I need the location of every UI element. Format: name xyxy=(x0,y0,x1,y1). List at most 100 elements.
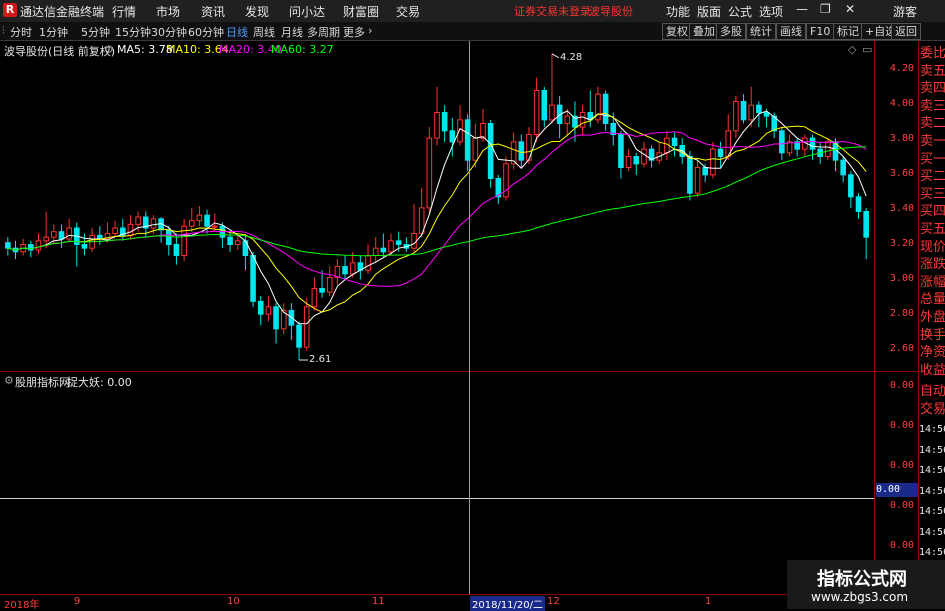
multi-stock-button[interactable]: 多股 xyxy=(716,23,746,40)
x-label-9: 9 xyxy=(74,596,81,607)
stats-button[interactable]: 统计 xyxy=(746,23,776,40)
tick-time: 14:56 xyxy=(919,424,945,435)
mark-button[interactable]: 标记 xyxy=(833,23,863,40)
price-tick-label: 2.80 xyxy=(889,308,914,319)
x-label-1: 1 xyxy=(705,596,712,607)
menu-trade[interactable]: 交易 xyxy=(396,3,420,20)
menu-discover[interactable]: 发现 xyxy=(245,3,269,20)
app-logo-icon: R xyxy=(3,3,17,17)
restore-button[interactable]: ❐ xyxy=(820,2,831,16)
tick-time: 14:56 xyxy=(919,444,945,456)
period-tab-more[interactable]: 更多 xyxy=(343,24,365,40)
price-tick-label: 4.20 xyxy=(889,63,914,74)
candle xyxy=(457,105,463,146)
f10-button[interactable]: F10 xyxy=(806,23,835,40)
candle xyxy=(840,156,846,183)
x-label-10: 10 xyxy=(227,596,240,607)
candle xyxy=(196,206,203,227)
candle xyxy=(319,270,325,298)
candle xyxy=(158,217,164,243)
period-tab-30min[interactable]: 30分钟 xyxy=(151,24,187,40)
period-tab-multi[interactable]: 多周期 xyxy=(307,24,340,40)
candle xyxy=(717,141,724,168)
quote-field-label: 卖二 xyxy=(920,116,945,132)
quote-field-label: 总量 xyxy=(920,292,945,308)
overlay-button[interactable]: 叠加 xyxy=(689,23,719,40)
watermark-url: www.zbgs3.com xyxy=(811,590,909,604)
quote-field-label: 买二 xyxy=(920,169,945,185)
auto-trade-label[interactable]: 交易 xyxy=(920,401,945,419)
menu-wealth[interactable]: 财富圈 xyxy=(343,3,379,20)
minimize-button[interactable]: — xyxy=(796,2,808,16)
menu-formula[interactable]: 公式 xyxy=(728,3,752,20)
menu-market[interactable]: 市场 xyxy=(156,3,180,20)
auto-trade-label[interactable]: 自动 xyxy=(920,383,945,401)
candle xyxy=(265,295,272,322)
menu-quotes[interactable]: 行情 xyxy=(112,3,136,20)
candle xyxy=(188,207,195,232)
candle xyxy=(740,94,747,124)
candle xyxy=(434,86,440,146)
candlestick-chart[interactable]: 波导股份(日线 前复权) ⚙ MA5: 3.78 MA10: 3.64 MA20… xyxy=(0,41,874,371)
indicator-pane[interactable]: ⚙ 股朋指标网 捉大妖: 0.00 xyxy=(0,372,874,594)
period-tab-5min[interactable]: 5分钟 xyxy=(81,24,110,40)
period-tab-monthly[interactable]: 月线 xyxy=(281,24,303,40)
candle xyxy=(112,220,118,238)
quote-field-label: 净资 xyxy=(920,345,945,361)
candle xyxy=(334,259,341,285)
indicator-value: 捉大妖: 0.00 xyxy=(67,376,132,389)
quote-field-label: 收益 xyxy=(920,362,945,378)
login-status[interactable]: 证券交易未登录 xyxy=(514,3,591,19)
candle xyxy=(503,156,509,201)
more-chevron-icon[interactable]: › xyxy=(368,24,372,37)
high-price-label: 4.28 xyxy=(559,51,583,63)
candle xyxy=(809,134,816,161)
period-tab-60min[interactable]: 60分钟 xyxy=(188,24,224,40)
candle xyxy=(257,295,264,326)
period-tab-daily[interactable]: 日线 xyxy=(226,24,248,40)
indicator-tick-label: 0.00 xyxy=(889,460,914,471)
period-tab-timeshare[interactable]: 分时 xyxy=(10,24,32,40)
indicator-current-value: 0.00 xyxy=(876,483,918,497)
candle xyxy=(5,237,11,256)
candle xyxy=(372,237,379,263)
quote-field-label: 卖五 xyxy=(920,63,945,79)
candle xyxy=(863,207,869,260)
user-label[interactable]: 游客 xyxy=(893,3,917,20)
quote-field-label: 换手 xyxy=(920,327,945,343)
candle xyxy=(848,171,854,208)
candle xyxy=(625,149,632,172)
candle xyxy=(342,255,348,280)
candle xyxy=(671,132,678,157)
toolbar-handle-icon: ⫶ xyxy=(2,24,5,37)
back-button[interactable]: 返回 xyxy=(891,23,921,40)
menu-options[interactable]: 选项 xyxy=(759,3,783,20)
price-tick-label: 2.60 xyxy=(889,343,914,354)
price-axis: 4.20 4.00 3.80 3.60 3.40 3.20 3.00 2.80 2.60 xyxy=(874,41,918,371)
close-icon[interactable]: ✕ xyxy=(845,2,855,16)
candle xyxy=(541,86,548,128)
adjust-button[interactable]: 复权 xyxy=(662,23,692,40)
candle xyxy=(357,255,364,280)
menu-news[interactable]: 资讯 xyxy=(201,3,225,20)
menu-layout[interactable]: 版面 xyxy=(697,3,721,20)
candle xyxy=(495,174,502,205)
draw-button[interactable]: 画线 xyxy=(776,23,806,40)
x-label-12: 12 xyxy=(547,596,560,607)
period-toolbar: ⫶ 分时 1分钟 5分钟 15分钟 30分钟 60分钟 日线 周线 月线 多周期… xyxy=(0,22,945,41)
menu-function[interactable]: 功能 xyxy=(666,3,690,20)
candle xyxy=(825,138,831,161)
quote-field-label: 现价 xyxy=(920,239,945,255)
quote-field-label: 买一 xyxy=(920,151,945,167)
period-tab-1min[interactable]: 1分钟 xyxy=(39,24,68,40)
candle xyxy=(802,134,808,157)
menu-ask[interactable]: 问小达 xyxy=(289,3,325,20)
candles-svg xyxy=(5,53,869,361)
period-tab-weekly[interactable]: 周线 xyxy=(253,24,275,40)
period-tab-15min[interactable]: 15分钟 xyxy=(115,24,151,40)
candle xyxy=(648,145,655,168)
candle xyxy=(656,141,663,164)
candle xyxy=(694,160,701,197)
quote-field-label: 买三 xyxy=(920,186,945,202)
indicator-settings-icon[interactable]: ⚙ xyxy=(4,374,14,387)
